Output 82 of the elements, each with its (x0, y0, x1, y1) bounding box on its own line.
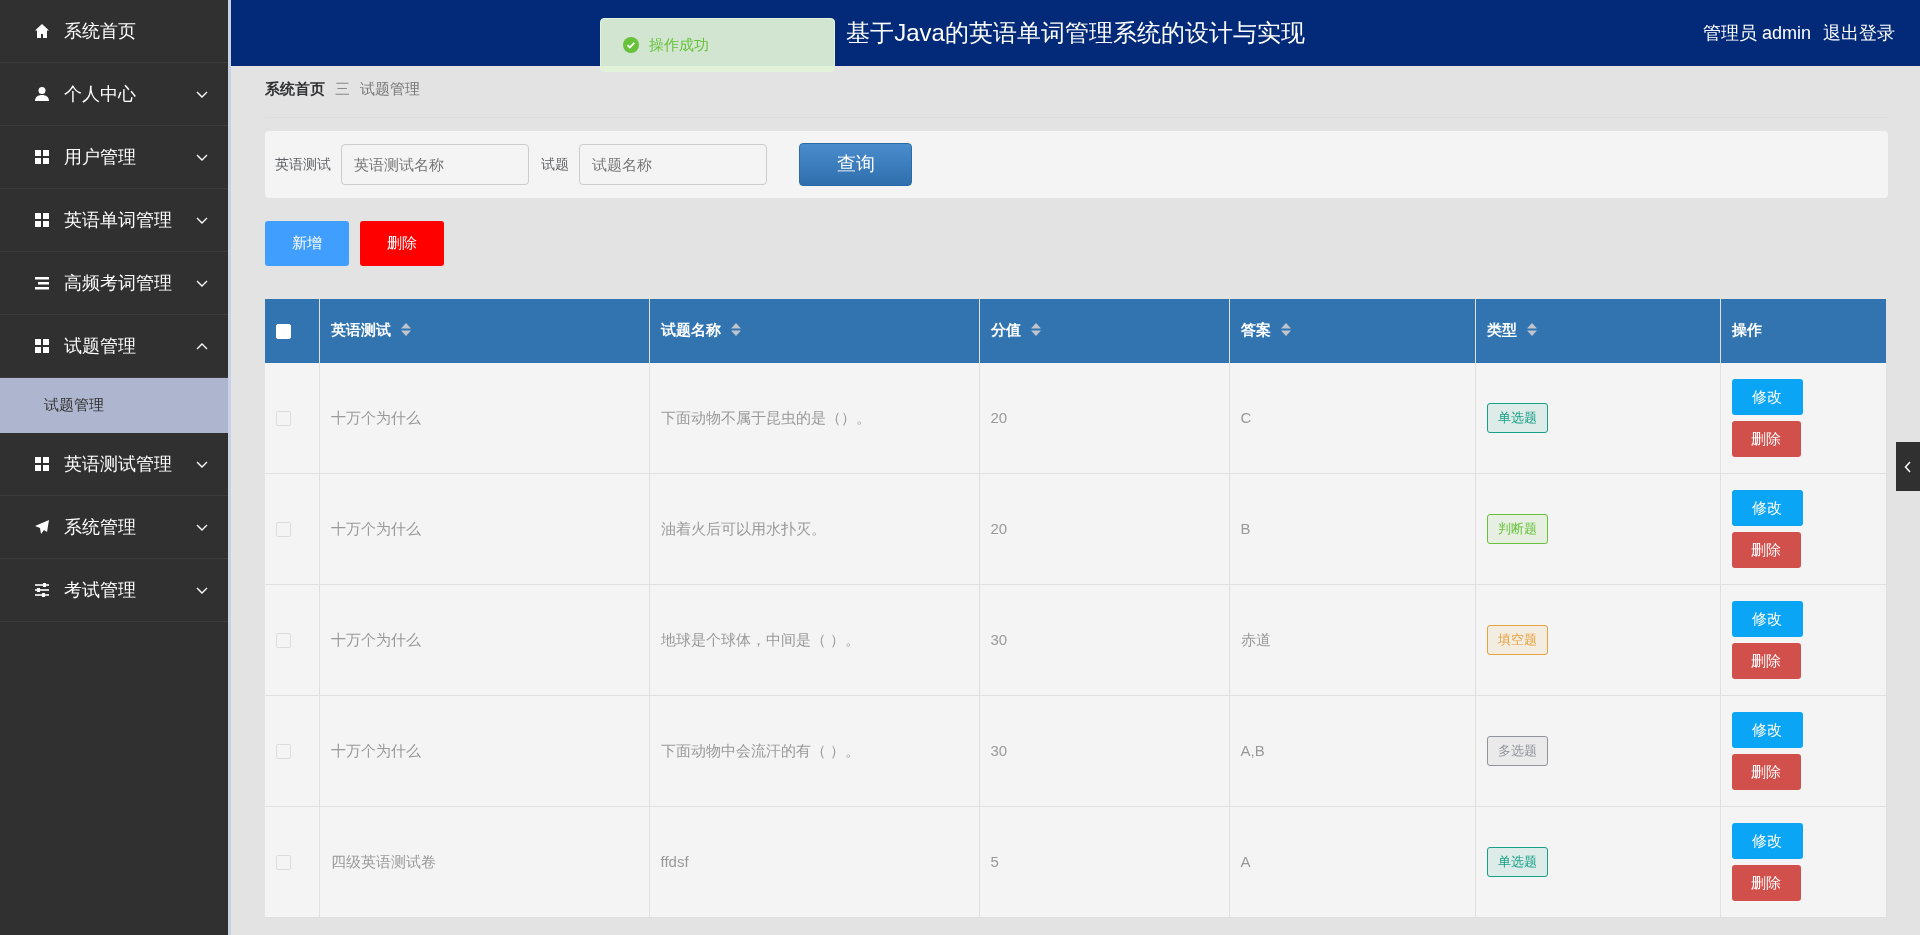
search-field[interactable]: 试题名称 (579, 143, 767, 185)
sidebar-item[interactable]: 考试管理 (0, 559, 228, 622)
sliders-icon (34, 582, 50, 598)
table-cell: A,B (1240, 741, 1265, 759)
check-circle-icon (623, 37, 639, 53)
search-button[interactable]: 查询 (799, 142, 912, 186)
collapse-handle[interactable] (1896, 442, 1920, 491)
table-cell: 十万个为什么 (330, 741, 421, 759)
delete-button[interactable]: 删除 (1731, 754, 1801, 790)
table-cell: 十万个为什么 (330, 630, 421, 648)
grid-icon (34, 149, 50, 165)
type-tag: 判断题 (1486, 514, 1548, 544)
sort-icon[interactable] (400, 323, 411, 337)
sidebar-item[interactable]: 英语单词管理 (0, 189, 228, 252)
table-cell: 20 (990, 408, 1008, 426)
delete-button[interactable]: 删除 (1731, 420, 1801, 457)
edit-button[interactable]: 修改 (1731, 712, 1803, 748)
table-cell: 油着火后可以用水扑灭。 (660, 519, 826, 537)
app-title: 基于Java的英语单词管理系统的设计与实现 (846, 18, 1305, 48)
toast-message: 操作成功 (649, 34, 709, 55)
edit-button[interactable]: 修改 (1731, 601, 1803, 637)
breadcrumb-item[interactable]: 系统首页 (265, 78, 325, 101)
field-label: 试题 (541, 154, 569, 174)
table-cell: 20 (990, 519, 1008, 537)
edit-button[interactable]: 修改 (1731, 823, 1803, 859)
column-header[interactable]: 类型 (1486, 321, 1517, 339)
table-cell: 赤道 (1240, 630, 1271, 648)
sidebar-item[interactable]: 英语测试管理 (0, 433, 228, 496)
grid-icon (34, 338, 50, 354)
list-icon (34, 275, 50, 291)
sidebar-item[interactable]: 系统首页 (0, 0, 228, 63)
field-label: 英语测试 (275, 154, 331, 174)
table-cell: 地球是个球体，中间是（ ）。 (660, 630, 860, 648)
add-button[interactable]: 新增 (265, 220, 349, 266)
sidebar-item[interactable]: 用户管理 (0, 126, 228, 189)
sidebar-item[interactable]: 个人中心 (0, 63, 228, 126)
table-cell: 十万个为什么 (330, 519, 421, 537)
search-field[interactable]: 英语测试名称 (341, 143, 529, 185)
logout-link[interactable]: 退出登录 (1823, 19, 1895, 47)
table-cell: 下面动物不属于昆虫的是（）。 (660, 408, 871, 426)
edit-button[interactable]: 修改 (1731, 378, 1803, 415)
sidebar-item[interactable]: 系统管理 (0, 496, 228, 559)
delete-button[interactable]: 删除 (1731, 865, 1801, 901)
table-cell: C (1240, 408, 1252, 426)
table-cell: 四级英语测试卷 (330, 852, 436, 870)
breadcrumb-item: 试题管理 (360, 79, 420, 99)
grid-icon (34, 212, 50, 228)
type-tag: 单选题 (1486, 403, 1548, 433)
user-name: 管理员 admin (1702, 21, 1811, 45)
sort-icon[interactable] (1030, 323, 1041, 337)
table-cell: B (1240, 519, 1251, 537)
delete-button[interactable]: 删除 (360, 220, 444, 266)
delete-button[interactable]: 删除 (1731, 532, 1801, 568)
table-cell: 5 (990, 852, 999, 870)
table-cell: ffdsf (660, 852, 689, 870)
edit-button[interactable]: 修改 (1731, 490, 1803, 526)
sort-icon[interactable] (1280, 323, 1291, 337)
column-header[interactable]: 操作 (1731, 321, 1762, 339)
delete-button[interactable]: 删除 (1731, 643, 1801, 679)
sort-icon[interactable] (1526, 323, 1537, 337)
type-tag: 填空题 (1486, 625, 1548, 655)
table-cell: 30 (990, 741, 1008, 759)
column-header[interactable]: 试题名称 (660, 321, 721, 339)
table-cell: 下面动物中会流汗的有（ ）。 (660, 741, 860, 759)
user-icon (34, 86, 50, 102)
sidebar-subitem[interactable]: 试题管理 (0, 378, 228, 433)
column-header[interactable]: 英语测试 (330, 321, 391, 339)
type-tag: 单选题 (1486, 847, 1548, 877)
home-icon (34, 23, 50, 39)
paper-plane-icon (34, 519, 50, 535)
table-cell: 十万个为什么 (330, 408, 421, 426)
column-header[interactable]: 答案 (1240, 321, 1271, 339)
grid-icon (34, 456, 50, 472)
select-all-checkbox[interactable] (276, 323, 291, 339)
breadcrumb-separator: 三 (335, 79, 350, 99)
type-tag: 多选题 (1486, 736, 1548, 766)
table-cell: 30 (990, 630, 1008, 648)
sidebar-item[interactable]: 高频考词管理 (0, 252, 228, 315)
sort-icon[interactable] (730, 323, 741, 337)
column-header[interactable]: 分值 (990, 321, 1021, 339)
table-cell: A (1240, 852, 1251, 870)
chevron-left-icon (1904, 460, 1912, 473)
